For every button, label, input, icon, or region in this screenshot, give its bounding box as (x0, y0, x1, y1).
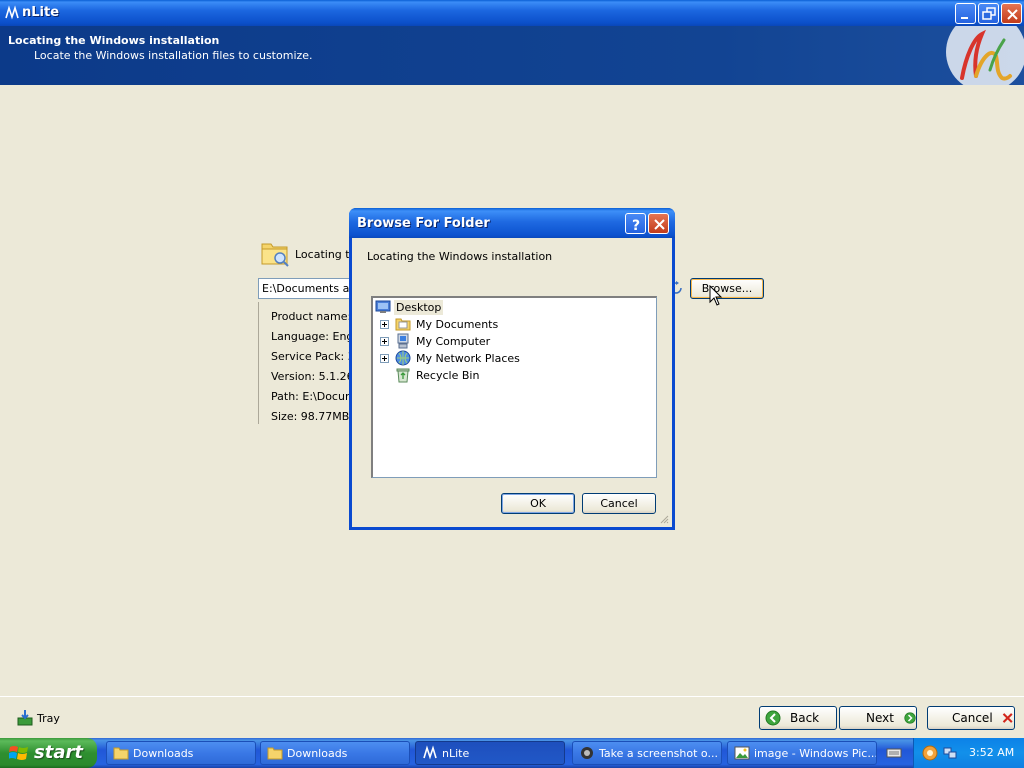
nlite-app-icon (423, 745, 437, 760)
restore-icon (982, 7, 996, 20)
cancel-wizard-label: Cancel (952, 711, 993, 725)
taskbar-item-screenshot[interactable]: Take a screenshot o... (572, 741, 722, 765)
info-version: Version: 5.1.260 (271, 370, 361, 383)
tree-item-recycle-bin[interactable]: Recycle Bin (395, 367, 481, 383)
network-icon (395, 350, 411, 366)
tree-item-label: My Computer (416, 334, 491, 348)
expand-icon[interactable] (380, 319, 389, 329)
next-button[interactable]: Next (839, 706, 917, 730)
window-titlebar[interactable]: nLite (0, 0, 1024, 26)
cancel-x-icon (1002, 713, 1013, 723)
dialog-title: Browse For Folder (357, 216, 490, 231)
taskbar-item-label: Downloads (287, 746, 348, 760)
taskbar-item-nlite[interactable]: nLite (415, 741, 565, 765)
start-label: start (34, 742, 83, 763)
folder-icon (113, 747, 129, 760)
info-service-pack: Service Pack: 3 (271, 350, 355, 363)
tree-item-label: My Documents (416, 317, 499, 331)
taskbar-item-label: nLite (442, 746, 470, 760)
tree-item-desktop[interactable]: Desktop (375, 299, 444, 315)
system-tray: 3:52 AM (913, 738, 1024, 768)
expand-icon[interactable] (380, 353, 389, 363)
keyboard-icon[interactable] (886, 745, 902, 761)
desktop-icon (375, 300, 391, 313)
dialog-titlebar[interactable]: Browse For Folder ? (349, 208, 675, 238)
expand-icon[interactable] (380, 336, 389, 346)
window-title: nLite (22, 5, 60, 20)
picture-viewer-icon (734, 746, 750, 760)
taskbar-item-downloads-2[interactable]: Downloads (260, 741, 410, 765)
info-language: Language: Engl (271, 330, 357, 343)
tree-item-my-computer[interactable]: My Computer (380, 333, 492, 349)
recycle-bin-icon (396, 368, 410, 383)
dialog-description: Locating the Windows installation (367, 250, 553, 263)
nlite-app-icon (5, 5, 19, 20)
page-subtitle: Locate the Windows installation files to… (34, 49, 313, 62)
clock: 3:52 AM (969, 746, 1015, 759)
tray-app-icon[interactable] (922, 745, 938, 761)
dialog-cancel-button[interactable]: Cancel (582, 493, 656, 514)
mouse-cursor-icon (709, 285, 723, 306)
taskbar-item-image-viewer[interactable]: image - Windows Pic... (727, 741, 877, 765)
tree-item-label: Recycle Bin (416, 368, 480, 382)
dialog-help-button[interactable]: ? (625, 213, 646, 234)
tree-item-my-network-places[interactable]: My Network Places (380, 350, 522, 366)
taskbar-item-downloads-1[interactable]: Downloads (106, 741, 256, 765)
dialog-close-button[interactable] (648, 213, 669, 234)
browse-button[interactable]: Browse... (690, 278, 764, 299)
folder-tree[interactable]: Desktop My Documents My Computer My Netw… (371, 296, 657, 478)
tree-item-label: Desktop (394, 299, 444, 315)
resize-grip-icon[interactable] (659, 514, 669, 524)
taskbar: start Downloads Downloads nLite Take a s… (0, 738, 1024, 768)
folder-search-icon (261, 243, 289, 267)
computer-icon (397, 333, 409, 349)
page-title: Locating the Windows installation (8, 34, 220, 47)
windows-logo-icon (9, 746, 28, 760)
info-path: Path: E:\Docum (271, 390, 356, 403)
screenshot-app-icon (581, 747, 593, 759)
ok-button[interactable]: OK (501, 493, 575, 514)
taskbar-item-label: Downloads (133, 746, 194, 760)
next-arrow-icon (904, 712, 916, 724)
close-icon (1007, 9, 1018, 20)
close-button[interactable] (1001, 3, 1022, 24)
minimize-button[interactable] (955, 3, 976, 24)
close-icon (654, 219, 665, 230)
bottom-divider (0, 696, 1024, 697)
minimize-icon (961, 17, 968, 19)
tree-item-label: My Network Places (416, 351, 520, 365)
back-button[interactable]: Back (759, 706, 837, 730)
start-button[interactable]: start (0, 738, 97, 768)
cancel-wizard-button[interactable]: Cancel (927, 706, 1015, 730)
tray-button[interactable]: Tray (16, 708, 60, 728)
svg-text:?: ? (632, 218, 640, 234)
restore-button[interactable] (978, 3, 999, 24)
network-status-icon[interactable] (942, 745, 958, 761)
taskbar-item-label: Take a screenshot o... (599, 746, 718, 760)
dialog-body: Locating the Windows installation Deskto… (352, 238, 672, 527)
taskbar-item-label: image - Windows Pic... (754, 746, 877, 760)
back-arrow-icon (765, 710, 781, 726)
browse-folder-dialog: Browse For Folder ? Locating the Windows… (349, 208, 675, 530)
tree-item-my-documents[interactable]: My Documents (380, 316, 500, 332)
help-icon: ? (632, 218, 640, 234)
folder-icon (395, 318, 411, 331)
folder-icon (267, 747, 283, 760)
tray-label: Tray (37, 711, 60, 725)
nlite-logo-icon (946, 26, 1024, 85)
next-label: Next (866, 711, 894, 725)
tray-icon (17, 710, 33, 726)
info-size: Size: 98.77MB (271, 410, 350, 423)
back-label: Back (790, 711, 820, 725)
header-banner: Locating the Windows installation Locate… (0, 26, 1024, 85)
